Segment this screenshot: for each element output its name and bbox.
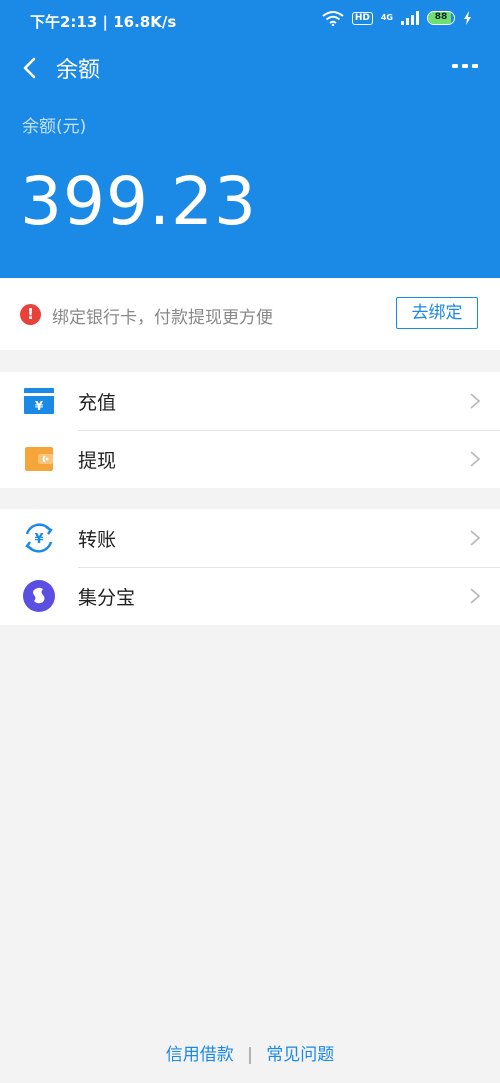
svg-text:¥: ¥ <box>34 532 43 547</box>
menu-item-transfer[interactable]: ¥ 转账 <box>0 509 500 567</box>
menu-group-transfer: ¥ 转账 集分宝 <box>0 509 500 625</box>
notice-text: 绑定银行卡，付款提现更方便 <box>52 308 273 328</box>
footer-separator: | <box>247 1045 253 1065</box>
divider <box>78 430 500 431</box>
menu-item-label: 提现 <box>78 450 117 472</box>
status-icons: HD 4G 88 <box>322 10 472 26</box>
svg-text:¥: ¥ <box>35 399 44 413</box>
status-bar: 下午2:13 | 16.8K/s HD 4G 88 <box>0 0 500 38</box>
page-title: 余额 <box>56 58 101 83</box>
chevron-right-icon <box>470 530 481 546</box>
menu-item-label: 充值 <box>78 392 117 414</box>
faq-link[interactable]: 常见问题 <box>266 1045 334 1065</box>
balance-header: 余额 余额(元) 399.23 <box>0 38 500 278</box>
jifenbao-icon <box>23 580 55 612</box>
balance-label: 余额(元) <box>22 117 87 137</box>
bind-card-notice: ! 绑定银行卡，付款提现更方便 去绑定 <box>0 278 500 350</box>
network-type: 4G <box>380 13 393 22</box>
charging-icon <box>464 11 471 25</box>
chevron-right-icon <box>470 393 481 409</box>
more-icon[interactable] <box>452 64 478 68</box>
credit-loan-link[interactable]: 信用借款 <box>166 1045 234 1065</box>
hd-badge: HD <box>351 11 373 25</box>
menu-item-recharge[interactable]: ¥ 充值 <box>0 372 500 430</box>
menu-item-label: 转账 <box>78 529 117 551</box>
chevron-right-icon <box>470 451 481 467</box>
recharge-icon: ¥ <box>24 388 54 414</box>
warning-icon: ! <box>20 304 41 325</box>
battery-icon: 88 <box>427 11 455 25</box>
divider <box>78 567 500 568</box>
menu-item-jifenbao[interactable]: 集分宝 <box>0 567 500 625</box>
menu-item-label: 集分宝 <box>78 587 136 609</box>
status-time: 下午2:13 | 16.8K/s <box>30 13 177 31</box>
wifi-icon <box>322 11 344 26</box>
wallet-icon <box>25 447 53 471</box>
balance-value: 399.23 <box>20 163 257 240</box>
back-arrow-icon[interactable] <box>18 56 42 80</box>
battery-percent: 88 <box>434 12 448 22</box>
menu-group-funds: ¥ 充值 提现 <box>0 372 500 488</box>
transfer-icon: ¥ <box>25 523 53 553</box>
footer-links: 信用借款 | 常见问题 <box>0 1040 500 1065</box>
bind-card-button[interactable]: 去绑定 <box>396 297 478 329</box>
chevron-right-icon <box>470 588 481 604</box>
menu-item-withdraw[interactable]: 提现 <box>0 430 500 488</box>
signal-icon <box>401 11 419 25</box>
